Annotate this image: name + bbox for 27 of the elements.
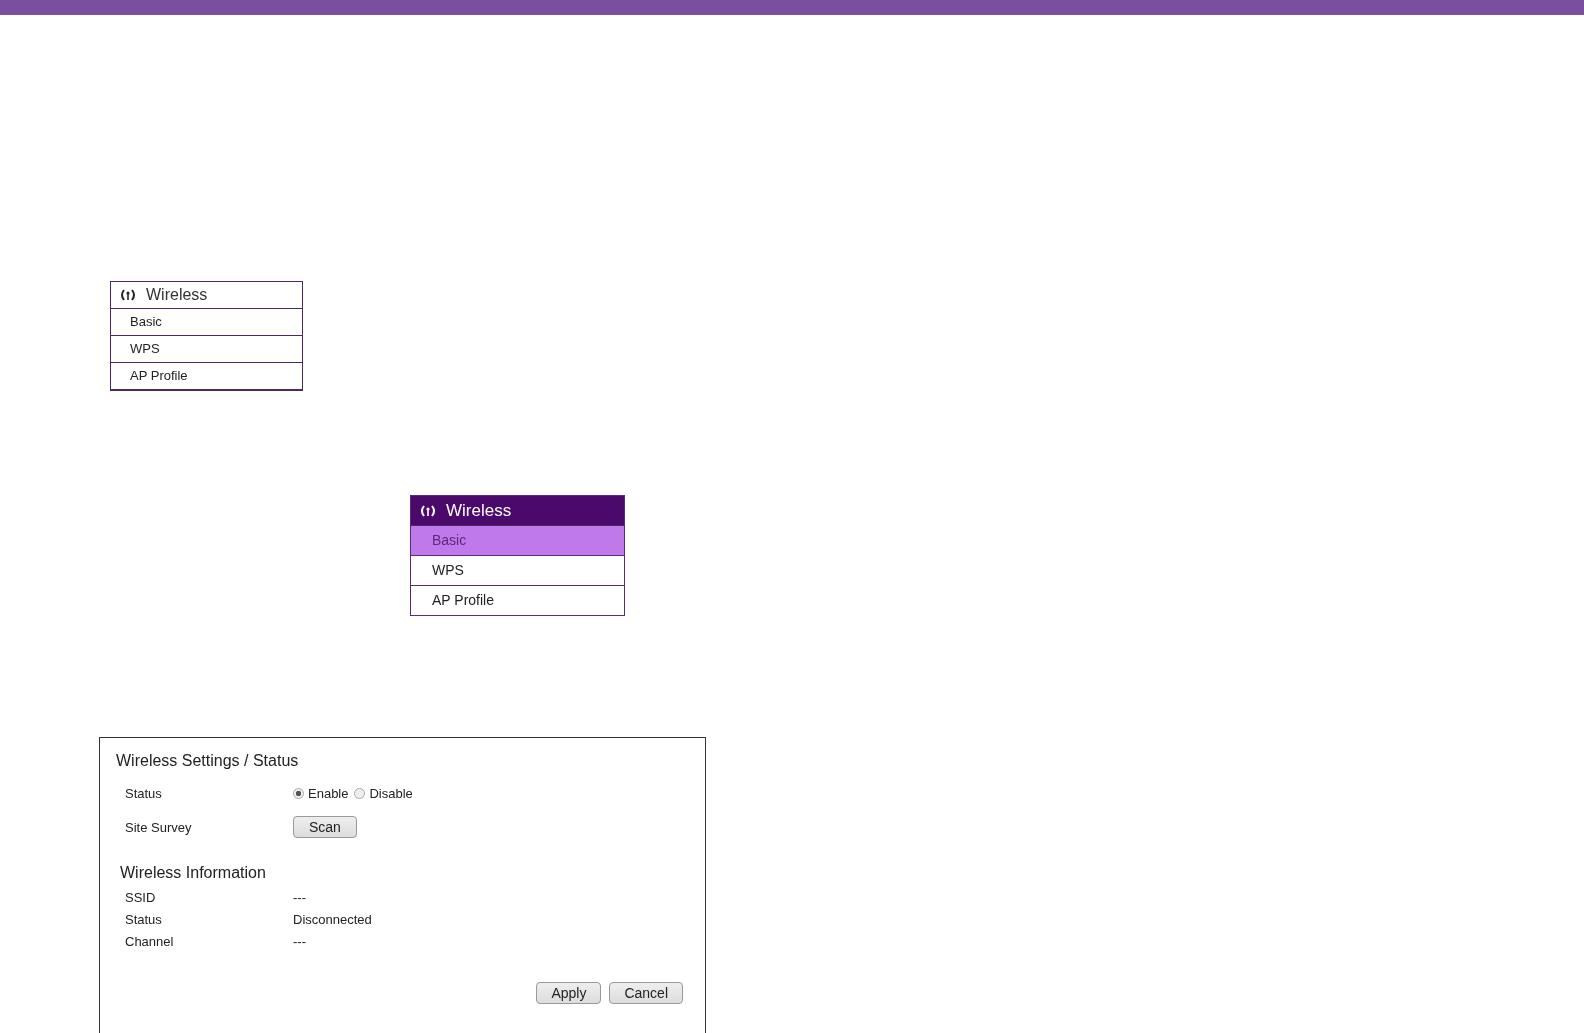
- wireless-icon: [120, 289, 136, 301]
- wireless-icon: [420, 504, 436, 517]
- menu-item[interactable]: Basic: [411, 526, 624, 556]
- action-button[interactable]: Apply: [536, 982, 602, 1004]
- field-value: ---: [293, 933, 306, 949]
- field-value: Disconnected: [293, 911, 372, 927]
- radio-label[interactable]: Enable: [308, 785, 349, 801]
- section-title: Wireless Information: [120, 864, 267, 882]
- radio-button[interactable]: [293, 787, 304, 799]
- scan-button[interactable]: Scan: [293, 816, 357, 838]
- radio-label[interactable]: Disable: [369, 785, 413, 801]
- menu-item[interactable]: Basic: [111, 309, 302, 336]
- field-label: Site Survey: [124, 819, 193, 835]
- menu-item[interactable]: AP Profile: [111, 363, 302, 390]
- menu-title: Wireless: [146, 286, 208, 304]
- menu-item[interactable]: AP Profile: [411, 586, 624, 616]
- field-value: ---: [293, 889, 306, 905]
- field-label: SSID: [124, 889, 157, 905]
- menu-title: Wireless: [446, 500, 512, 521]
- section-title: Wireless Settings / Status: [116, 752, 300, 770]
- menu-item[interactable]: WPS: [411, 556, 624, 586]
- action-button[interactable]: Cancel: [609, 982, 683, 1004]
- menu-item[interactable]: WPS: [111, 336, 302, 363]
- radio-button[interactable]: [354, 787, 366, 799]
- field-label: Status: [124, 911, 163, 927]
- field-label: Status: [124, 785, 163, 801]
- field-label: Channel: [124, 933, 175, 949]
